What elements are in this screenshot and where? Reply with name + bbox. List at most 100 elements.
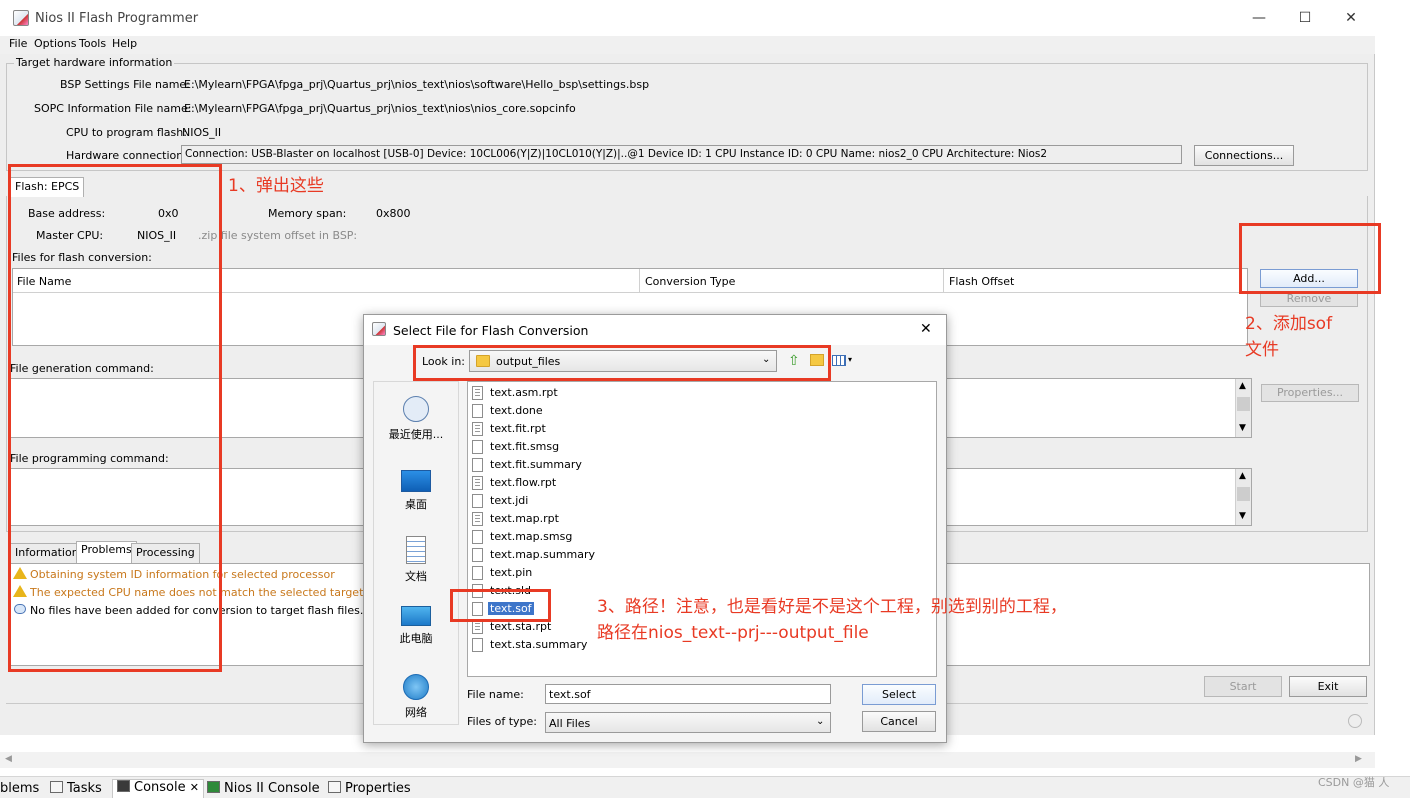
file-icon: [472, 638, 483, 652]
scroll-up-icon[interactable]: ▲: [1239, 381, 1246, 391]
place-documents[interactable]: 文档: [374, 536, 458, 584]
place-network[interactable]: 网络: [374, 674, 458, 720]
file-icon: [472, 548, 483, 562]
maximize-button[interactable]: ☐: [1282, 6, 1328, 30]
scroll-down-icon[interactable]: ▼: [1239, 423, 1246, 433]
generation-scrollbar[interactable]: ▲ ▼: [1235, 379, 1251, 437]
tab-console-view[interactable]: Console ✕: [112, 779, 204, 798]
list-item[interactable]: text.done: [470, 402, 610, 420]
select-button[interactable]: Select: [862, 684, 936, 705]
console-close-icon[interactable]: ✕: [190, 781, 199, 794]
annotation-box-panel: [8, 164, 222, 672]
place-recent[interactable]: 最近使用...: [374, 396, 458, 442]
tab-problems-view[interactable]: blems: [0, 781, 39, 796]
place-desktop[interactable]: 桌面: [374, 470, 458, 512]
sopc-label: SOPC Information File name:: [34, 102, 192, 115]
bsp-label: BSP Settings File name:: [60, 78, 190, 91]
file-icon: [472, 440, 483, 454]
file-icon: [472, 404, 483, 418]
column-header-flash-offset[interactable]: Flash Offset: [944, 269, 1247, 293]
hardware-group-title: Target hardware information: [14, 56, 175, 69]
list-item[interactable]: text.pin: [470, 564, 610, 582]
list-item[interactable]: text.fit.smsg: [470, 438, 610, 456]
file-name-input[interactable]: text.sof: [545, 684, 831, 704]
place-network-label: 网络: [405, 706, 427, 719]
list-item[interactable]: text.fit.summary: [470, 456, 610, 474]
file-icon: [472, 494, 483, 508]
menu-file[interactable]: File: [9, 37, 27, 50]
list-item[interactable]: text.map.summary: [470, 546, 610, 564]
app-icon: [13, 10, 29, 26]
list-item[interactable]: text.sta.summary: [470, 636, 610, 654]
column-header-conversion-type[interactable]: Conversion Type: [640, 269, 944, 293]
network-icon: [403, 674, 429, 700]
place-documents-label: 文档: [405, 570, 427, 583]
connection-field: Connection: USB-Blaster on localhost [US…: [181, 145, 1182, 164]
console-icon: [117, 780, 130, 792]
file-icon: [472, 386, 483, 400]
place-desktop-label: 桌面: [405, 498, 427, 511]
annotation-note-3-line2: 路径在nios_text--prj---output_file: [597, 623, 869, 643]
annotation-note-1: 1、弹出这些: [228, 176, 324, 196]
scroll-thumb[interactable]: [1237, 397, 1250, 411]
documents-icon: [406, 536, 426, 564]
annotation-note-2-line2: 文件: [1245, 340, 1279, 360]
memory-span-value: 0x800: [376, 207, 411, 220]
file-icon: [472, 530, 483, 544]
list-item[interactable]: text.map.smsg: [470, 528, 610, 546]
annotation-note-3-line1: 3、路径！注意，也是看好是不是这个工程，别选到别的工程，: [597, 597, 1067, 617]
list-item[interactable]: text.jdi: [470, 492, 610, 510]
list-item[interactable]: text.asm.rpt: [470, 384, 610, 402]
files-of-type-label: Files of type:: [467, 715, 538, 728]
cpu-value: NIOS_II: [182, 126, 222, 139]
nios-console-icon: [207, 781, 220, 793]
menu-help[interactable]: Help: [112, 37, 137, 50]
list-item[interactable]: text.map.rpt: [470, 510, 610, 528]
scroll-up-icon[interactable]: ▲: [1239, 471, 1246, 481]
place-this-pc[interactable]: 此电脑: [374, 606, 458, 646]
programming-scrollbar[interactable]: ▲ ▼: [1235, 469, 1251, 525]
scroll-down-icon[interactable]: ▼: [1239, 511, 1246, 521]
tab-properties-view[interactable]: Properties: [328, 781, 411, 796]
horizontal-scrollbar[interactable]: ◀ ▶: [0, 752, 1375, 768]
tab-properties-label: Properties: [345, 781, 411, 796]
scroll-left-icon[interactable]: ◀: [5, 754, 12, 764]
tab-nios-console-label: Nios II Console: [224, 781, 320, 796]
properties-icon: [328, 781, 341, 793]
list-item[interactable]: text.flow.rpt: [470, 474, 610, 492]
progress-indicator-icon: [1348, 714, 1362, 728]
file-icon: [472, 476, 483, 490]
scroll-right-icon[interactable]: ▶: [1355, 754, 1362, 764]
tab-tasks-view[interactable]: Tasks: [50, 781, 102, 796]
files-of-type-dropdown[interactable]: All Files ⌄: [545, 712, 831, 733]
recent-icon: [403, 396, 429, 422]
cancel-button[interactable]: Cancel: [862, 711, 936, 732]
start-button[interactable]: Start: [1204, 676, 1282, 697]
connections-button[interactable]: Connections...: [1194, 145, 1294, 166]
connection-label: Hardware connection:: [66, 149, 187, 162]
desktop-icon: [401, 470, 431, 492]
files-of-type-value: All Files: [549, 717, 591, 730]
file-icon: [472, 422, 483, 436]
close-button[interactable]: ✕: [1328, 6, 1374, 30]
properties-button[interactable]: Properties...: [1261, 384, 1359, 402]
file-icon: [472, 566, 483, 580]
file-icon: [472, 512, 483, 526]
exit-button[interactable]: Exit: [1289, 676, 1367, 697]
menu-options[interactable]: Options: [34, 37, 76, 50]
dialog-title: Select File for Flash Conversion: [393, 323, 589, 338]
view-menu-chevron-icon[interactable]: ▾: [848, 355, 852, 364]
minimize-button[interactable]: —: [1236, 6, 1282, 30]
annotation-box-sof: [450, 589, 551, 622]
view-menu-icon[interactable]: [832, 355, 846, 366]
memory-span-label: Memory span:: [268, 207, 347, 220]
watermark: CSDN @猫 人: [1318, 776, 1390, 789]
chevron-down-icon[interactable]: ⌄: [816, 716, 824, 727]
view-tab-bar: blems Tasks Console ✕ Nios II Console Pr…: [0, 776, 1410, 798]
scroll-thumb[interactable]: [1237, 487, 1250, 501]
tab-nios-console-view[interactable]: Nios II Console: [207, 781, 320, 796]
menu-tools[interactable]: Tools: [79, 37, 106, 50]
dialog-close-button[interactable]: ✕: [920, 321, 932, 337]
tab-tasks-label: Tasks: [67, 781, 102, 796]
list-item[interactable]: text.fit.rpt: [470, 420, 610, 438]
